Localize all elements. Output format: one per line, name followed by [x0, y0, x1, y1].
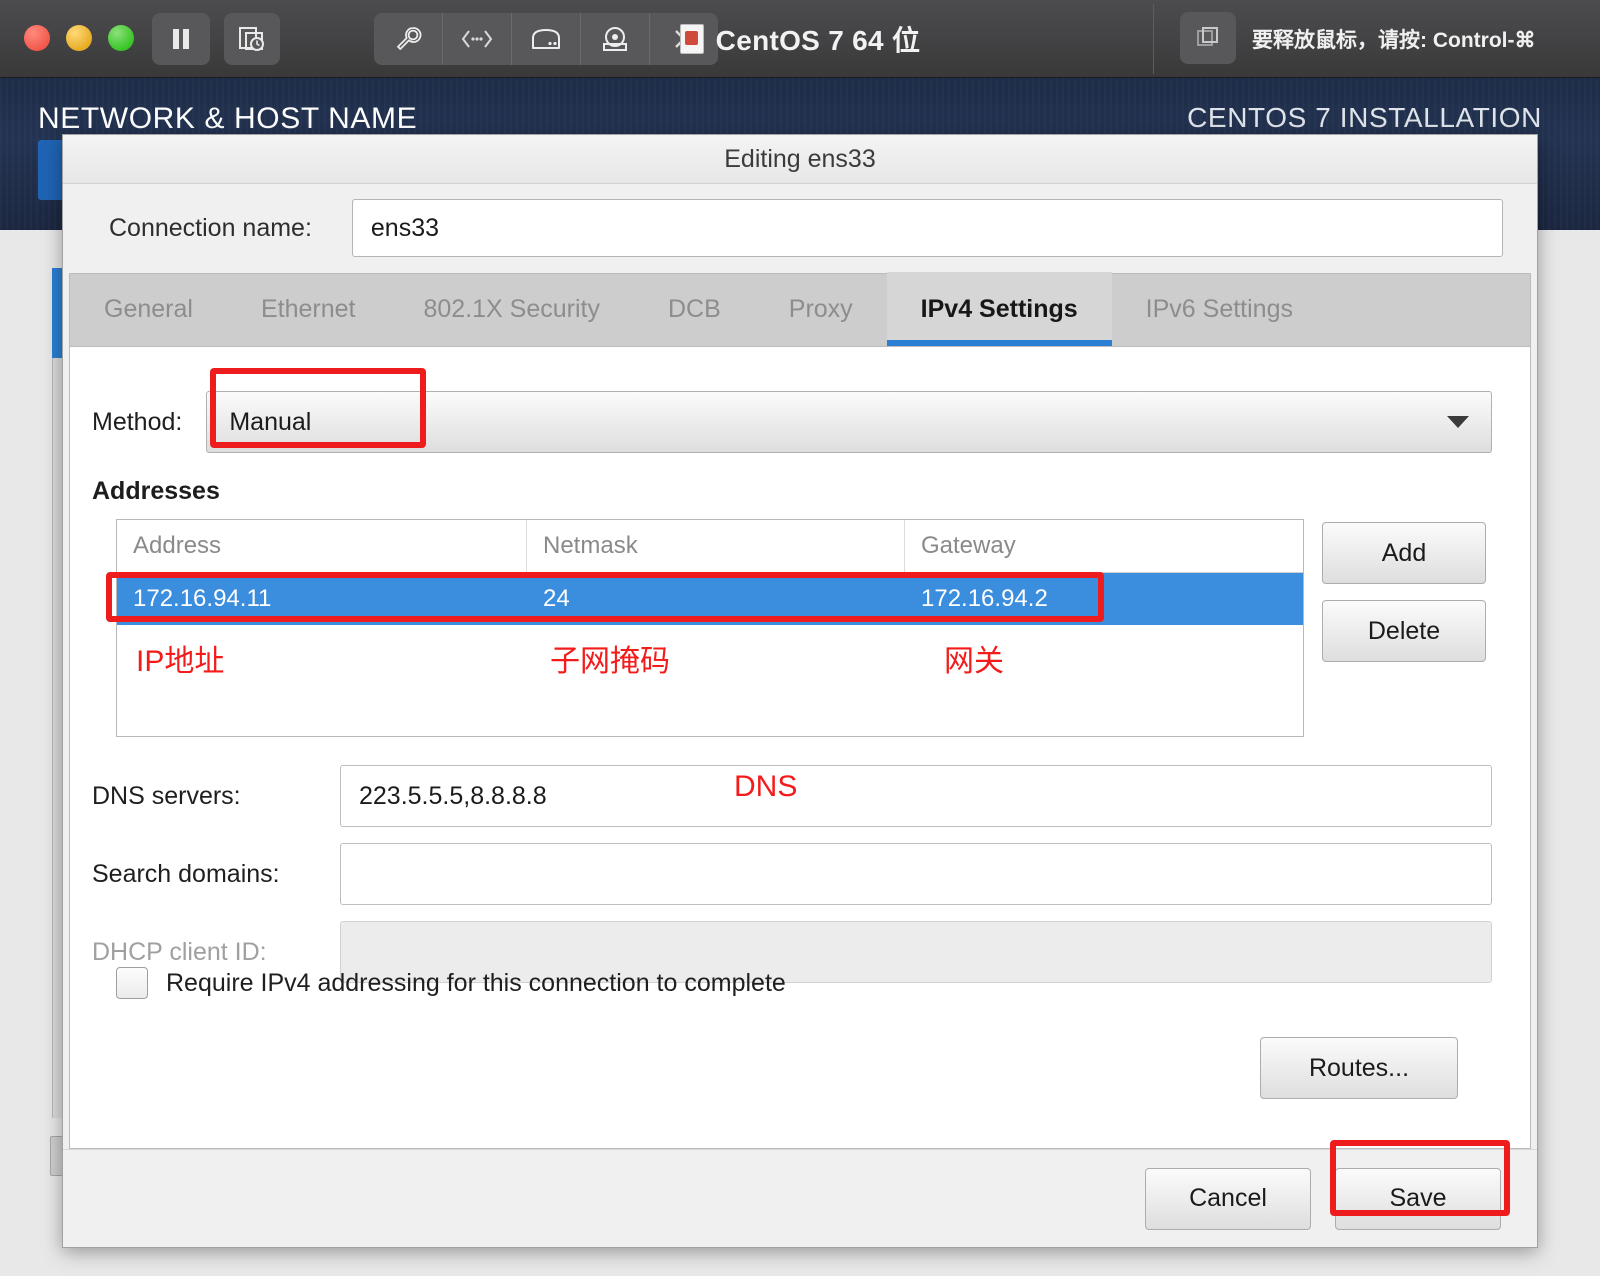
search-domains-label: Search domains:	[92, 859, 280, 888]
snapshot-button[interactable]	[224, 13, 280, 65]
dialog-footer: Cancel Save	[63, 1149, 1537, 1247]
annotation-netmask: 子网掩码	[550, 645, 670, 678]
pause-button[interactable]	[152, 13, 210, 65]
chevron-down-icon	[1447, 416, 1469, 428]
connection-name-input[interactable]: ens33	[351, 199, 1503, 257]
addresses-table-header: Address Netmask Gateway	[117, 520, 1303, 573]
cell-netmask[interactable]: 24	[527, 573, 905, 625]
page-title: NETWORK & HOST NAME	[38, 102, 418, 135]
ipv4-settings-panel: Method: Manual Addresses Address Netmask…	[69, 347, 1531, 1149]
method-label: Method:	[92, 407, 183, 436]
add-address-button[interactable]: Add	[1322, 522, 1486, 584]
method-value: Manual	[229, 407, 312, 436]
addresses-section-label: Addresses	[92, 477, 220, 505]
pause-icon	[168, 25, 194, 53]
maximize-window-button[interactable]	[108, 25, 134, 51]
connection-name-label: Connection name:	[109, 213, 312, 242]
addresses-table: Address Netmask Gateway 172.16.94.11 24 …	[116, 519, 1304, 737]
camera-button[interactable]	[581, 13, 650, 65]
vm-titlebar: CentOS 7 64 位 要释放鼠标，请按: Control-⌘	[0, 0, 1600, 78]
dhcp-client-id-label: DHCP client ID:	[92, 937, 267, 966]
window-controls	[24, 25, 134, 51]
harddisk-icon	[529, 26, 563, 52]
require-ipv4-label: Require IPv4 addressing for this connect…	[166, 968, 786, 997]
tab-ipv6-settings[interactable]: IPv6 Settings	[1112, 272, 1327, 346]
annotation-gateway: 网关	[944, 645, 1004, 678]
column-header-netmask: Netmask	[527, 520, 905, 572]
close-window-button[interactable]	[24, 25, 50, 51]
tab-general[interactable]: General	[70, 272, 227, 346]
cell-address[interactable]: 172.16.94.11	[117, 573, 527, 625]
tab-proxy[interactable]: Proxy	[755, 272, 887, 346]
dialog-titlebar: Editing ens33	[63, 135, 1537, 184]
cancel-button[interactable]: Cancel	[1145, 1167, 1311, 1230]
require-ipv4-row[interactable]: Require IPv4 addressing for this connect…	[116, 967, 786, 999]
settings-tabs: General Ethernet 802.1X Security DCB Pro…	[69, 272, 1531, 347]
editing-connection-dialog: Editing ens33 Connection name: ens33 Gen…	[62, 134, 1538, 1248]
tab-8021x-security[interactable]: 802.1X Security	[389, 272, 634, 346]
column-header-address: Address	[117, 520, 527, 572]
release-mouse-hint: 要释放鼠标，请按: Control-⌘	[1252, 29, 1536, 52]
connection-name-row: Connection name: ens33	[63, 183, 1537, 273]
search-domains-row: Search domains:	[92, 843, 1492, 905]
tab-ethernet[interactable]: Ethernet	[227, 272, 390, 346]
fullscreen-button[interactable]	[1180, 12, 1236, 64]
snapshot-icon	[237, 24, 267, 54]
vm-title-text: CentOS 7 64 位	[715, 25, 921, 56]
dns-servers-input[interactable]: 223.5.5.5,8.8.8.8	[340, 765, 1492, 827]
method-dropdown[interactable]: Manual	[206, 391, 1492, 453]
chevron-double-right-icon	[669, 26, 699, 52]
require-ipv4-checkbox[interactable]	[116, 967, 148, 999]
annotation-ip-address: IP地址	[136, 645, 225, 678]
minimize-window-button[interactable]	[66, 25, 92, 51]
installer-brand: CENTOS 7 INSTALLATION	[1187, 102, 1542, 133]
network-button[interactable]	[443, 13, 512, 65]
tab-dcb[interactable]: DCB	[634, 272, 755, 346]
harddisk-button[interactable]	[512, 13, 581, 65]
screen: CentOS 7 64 位 要释放鼠标，请按: Control-⌘ NETWOR…	[0, 0, 1600, 1276]
routes-button[interactable]: Routes...	[1260, 1037, 1458, 1099]
save-button[interactable]: Save	[1335, 1167, 1501, 1230]
camera-icon	[599, 24, 631, 54]
dialog-title: Editing ens33	[724, 144, 876, 173]
method-row: Method: Manual	[92, 391, 1492, 453]
network-icon	[460, 28, 494, 50]
fullscreen-icon	[1194, 24, 1222, 52]
annotation-dns: DNS	[734, 770, 798, 803]
wrench-icon	[393, 24, 423, 54]
titlebar-divider	[1153, 4, 1154, 74]
more-button[interactable]	[650, 13, 718, 65]
delete-address-button[interactable]: Delete	[1322, 600, 1486, 662]
vm-device-toolbar	[374, 13, 718, 65]
table-row[interactable]: 172.16.94.11 24 172.16.94.2	[117, 573, 1303, 625]
search-domains-input[interactable]	[340, 843, 1492, 905]
settings-button[interactable]	[374, 13, 443, 65]
cell-gateway[interactable]: 172.16.94.2	[905, 573, 1303, 625]
tab-ipv4-settings[interactable]: IPv4 Settings	[886, 272, 1112, 346]
dns-servers-label: DNS servers:	[92, 781, 241, 810]
column-header-gateway: Gateway	[921, 532, 1016, 559]
